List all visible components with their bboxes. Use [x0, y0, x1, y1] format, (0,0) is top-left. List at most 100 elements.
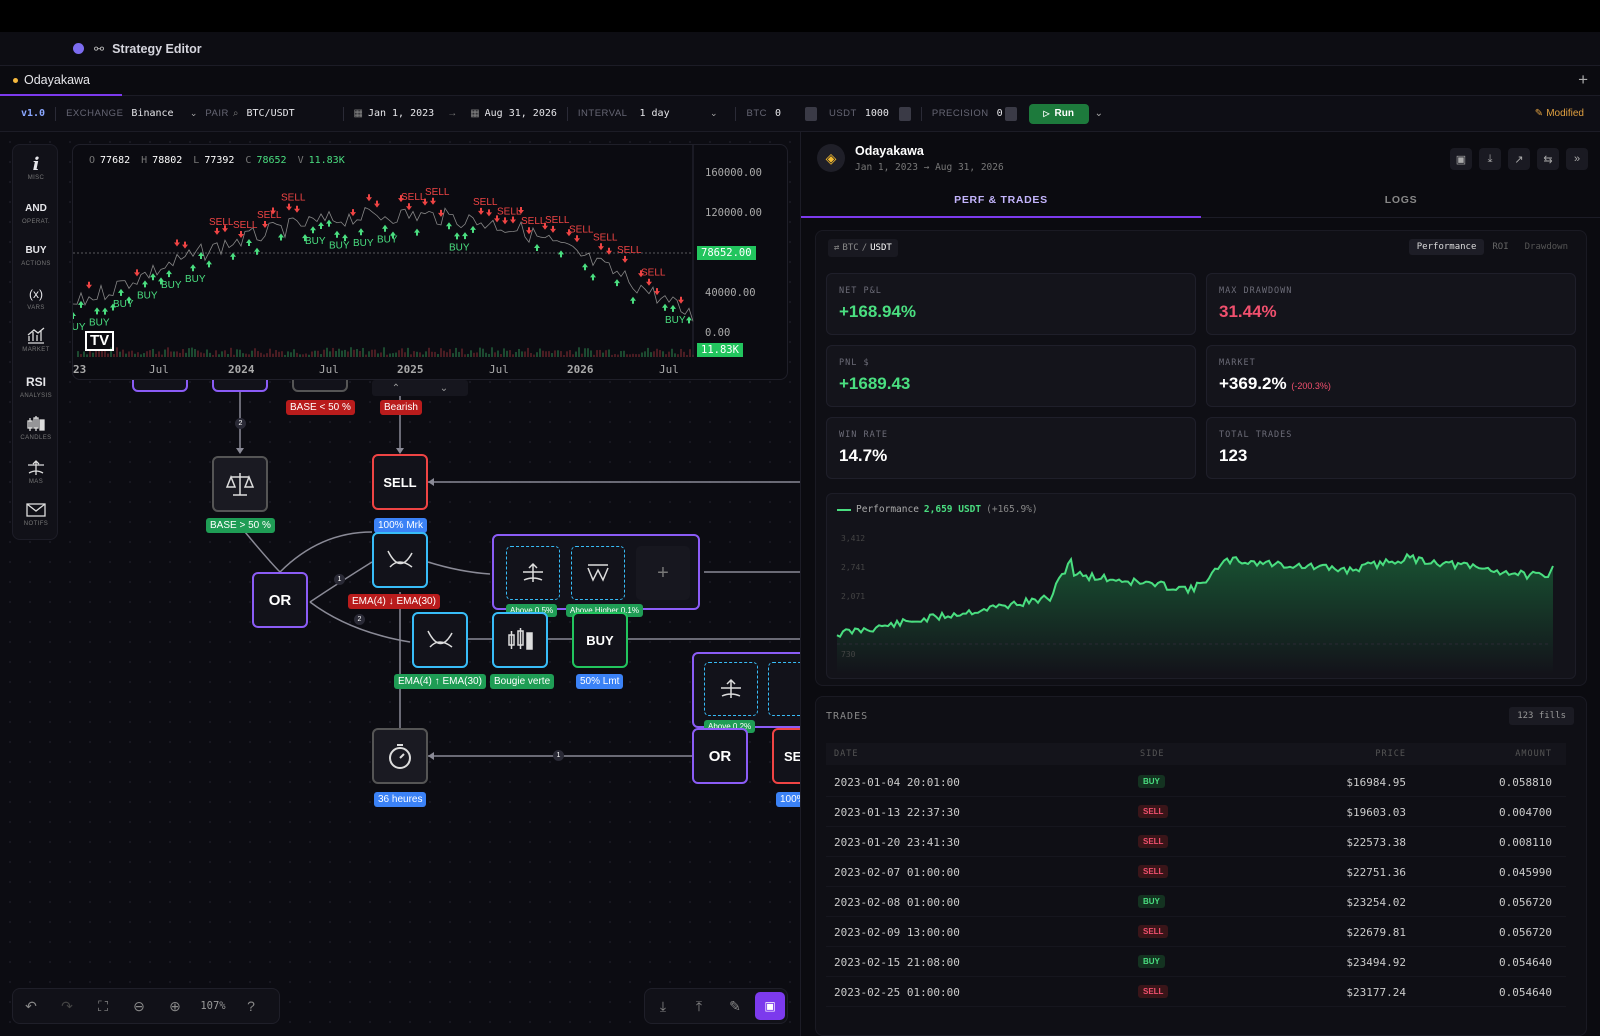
above-higher-node[interactable] — [571, 546, 625, 600]
buy-marker — [150, 273, 156, 281]
above-node-2[interactable] — [704, 662, 758, 716]
above-node[interactable] — [506, 546, 560, 600]
table-row[interactable]: 2023-01-20 23:41:30 SELL $22573.38 0.008110 — [826, 827, 1566, 857]
col-amount[interactable]: AMOUNT — [1515, 749, 1552, 759]
zoom-out-icon[interactable]: ⊖ — [121, 988, 157, 1024]
run-button[interactable]: ▷ Run — [1028, 103, 1089, 124]
palette-candles[interactable]: CANDLES — [13, 415, 59, 441]
table-row[interactable]: 2023-02-15 21:08:00 BUY $23494.92 0.054640 — [826, 947, 1566, 977]
external-link-icon[interactable]: ↗ — [1508, 148, 1530, 170]
or-node-2[interactable]: OR — [692, 728, 748, 784]
col-side[interactable]: SIDE — [1140, 749, 1164, 759]
collapse-panel-icon[interactable]: » — [1566, 148, 1588, 170]
view-tab-roi[interactable]: ROI — [1484, 239, 1516, 255]
palette-mas[interactable]: MAS — [13, 459, 59, 485]
save-button[interactable]: ▣ — [755, 992, 785, 1020]
usdt-stepper[interactable] — [898, 106, 911, 121]
volume-bar — [176, 351, 178, 357]
view-tab-performance[interactable]: Performance — [1408, 239, 1485, 255]
tab-logs[interactable]: LOGS — [1201, 188, 1600, 218]
volume-bar — [620, 351, 622, 357]
table-row[interactable]: 2023-02-07 01:00:00 SELL $22751.36 0.045990 — [826, 857, 1566, 887]
undo-icon[interactable]: ↶ — [13, 988, 49, 1024]
palette-analysis[interactable]: RSI ANALYSIS — [13, 373, 59, 399]
btc-stepper[interactable] — [804, 106, 817, 121]
pair-input[interactable]: BTC/USDT — [247, 108, 333, 119]
fit-view-icon[interactable]: ⛶ — [85, 988, 121, 1024]
title-bar: ⚯ Strategy Editor — [0, 32, 1600, 66]
precision-stepper[interactable] — [1004, 106, 1017, 121]
price-chart[interactable]: O77682 H78802 L77392 C78652 V11.83K BUYB… — [72, 144, 788, 380]
btc-input[interactable]: 0 — [775, 108, 805, 119]
condition-group-2[interactable]: Above 0.2% — [692, 652, 800, 733]
metric-value: 123 — [1219, 446, 1248, 465]
volume-bar — [536, 352, 538, 357]
volume-bar — [137, 352, 139, 357]
volume-bar — [116, 347, 118, 357]
candle-node[interactable] — [492, 612, 548, 668]
interval-select[interactable]: 1 day ⌄ — [639, 108, 717, 119]
strategy-canvas[interactable]: ⌃ ⌄ BASE < 50 % Bearish 2 BASE > 50 % SE… — [0, 132, 800, 1036]
volume-bar — [644, 351, 646, 357]
run-options-chevron-icon[interactable]: ⌄ — [1095, 108, 1103, 119]
col-date[interactable]: DATE — [834, 749, 858, 759]
view-tab-drawdown[interactable]: Drawdown — [1517, 239, 1576, 255]
swap-icon[interactable]: ⇆ — [1537, 148, 1559, 170]
buy-marker — [462, 232, 468, 240]
redo-icon[interactable]: ↷ — [49, 988, 85, 1024]
palette-operators[interactable]: AND OPERAT. — [13, 199, 59, 226]
palette-market[interactable]: MARKET — [13, 327, 59, 353]
sell-marker — [622, 255, 628, 263]
table-row[interactable]: 2023-02-08 01:00:00 BUY $23254.02 0.056720 — [826, 887, 1566, 917]
zoom-in-icon[interactable]: ⊕ — [157, 988, 193, 1024]
volume-bar — [197, 350, 199, 357]
candle-node-2[interactable] — [768, 662, 800, 716]
add-condition-button[interactable]: + — [636, 546, 690, 600]
table-row[interactable]: 2023-01-13 22:37:30 SELL $19603.03 0.004700 — [826, 797, 1566, 827]
palette-notifs[interactable]: NOTIFS — [13, 501, 59, 527]
save-icon[interactable]: ▣ — [1450, 148, 1472, 170]
col-price[interactable]: PRICE — [1375, 749, 1406, 759]
palette-caption: OPERAT. — [21, 219, 51, 225]
tab-odayakawa[interactable]: Odayakawa — [0, 66, 122, 96]
usdt-input[interactable]: 1000 — [865, 108, 899, 119]
help-icon[interactable]: ? — [233, 988, 269, 1024]
table-row[interactable]: 2023-01-04 20:01:00 BUY $16984.95 0.058810 — [826, 767, 1566, 797]
collapse-controls[interactable]: ⌃ ⌄ — [372, 380, 468, 396]
performance-chart[interactable]: Performance 2,659 USDT (+165.9%) 3,412 2… — [826, 493, 1576, 679]
exchange-select[interactable]: Binance ⌄ — [131, 108, 197, 119]
ema-cross-up-node[interactable] — [412, 612, 468, 668]
os-top-bar — [0, 0, 1600, 32]
buy-node[interactable]: BUY — [572, 612, 628, 668]
download-icon[interactable]: ⤓ — [1479, 148, 1501, 170]
trade-side-badge: BUY — [1138, 895, 1165, 908]
balance-node[interactable] — [212, 456, 268, 512]
palette-vars[interactable]: (x) VARS — [13, 285, 59, 311]
or-node[interactable]: OR — [252, 572, 308, 628]
chevron-up-icon[interactable]: ⌃ — [392, 383, 400, 394]
sell-marker — [214, 227, 220, 235]
condition-group[interactable]: + Above 0.5% Above Higher 0.1% — [492, 534, 700, 617]
ema-cross-down-node[interactable] — [372, 532, 428, 588]
end-date-input[interactable]: Aug 31, 2026 — [485, 108, 557, 119]
trade-date: 2023-01-04 20:01:00 — [834, 776, 960, 789]
sell-node[interactable]: SELL — [372, 454, 428, 510]
palette-misc[interactable]: i MISC — [13, 154, 59, 182]
volume-bar — [461, 348, 463, 357]
start-date-input[interactable]: Jan 1, 2023 — [368, 108, 434, 119]
upload-icon[interactable]: ⤒ — [681, 988, 717, 1024]
volume-bar — [497, 350, 499, 357]
timer-node[interactable] — [372, 728, 428, 784]
volume-bar — [287, 351, 289, 357]
add-tab-icon[interactable]: + — [1578, 70, 1588, 90]
palette-actions[interactable]: BUY ACTIONS — [13, 241, 59, 268]
edit-icon[interactable]: ✎ — [717, 988, 753, 1024]
download-icon[interactable]: ⤓ — [645, 988, 681, 1024]
tab-perf-trades[interactable]: PERF & TRADES — [801, 188, 1201, 218]
y-tick: 730 — [841, 650, 856, 659]
sell-node-2[interactable]: SE — [772, 728, 800, 784]
chevron-double-down-icon[interactable]: ⌄ — [440, 383, 448, 394]
table-row[interactable]: 2023-02-25 01:00:00 SELL $23177.24 0.054640 — [826, 977, 1566, 1007]
precision-input[interactable]: 0 — [997, 108, 1003, 119]
table-row[interactable]: 2023-02-09 13:00:00 SELL $22679.81 0.056720 — [826, 917, 1566, 947]
